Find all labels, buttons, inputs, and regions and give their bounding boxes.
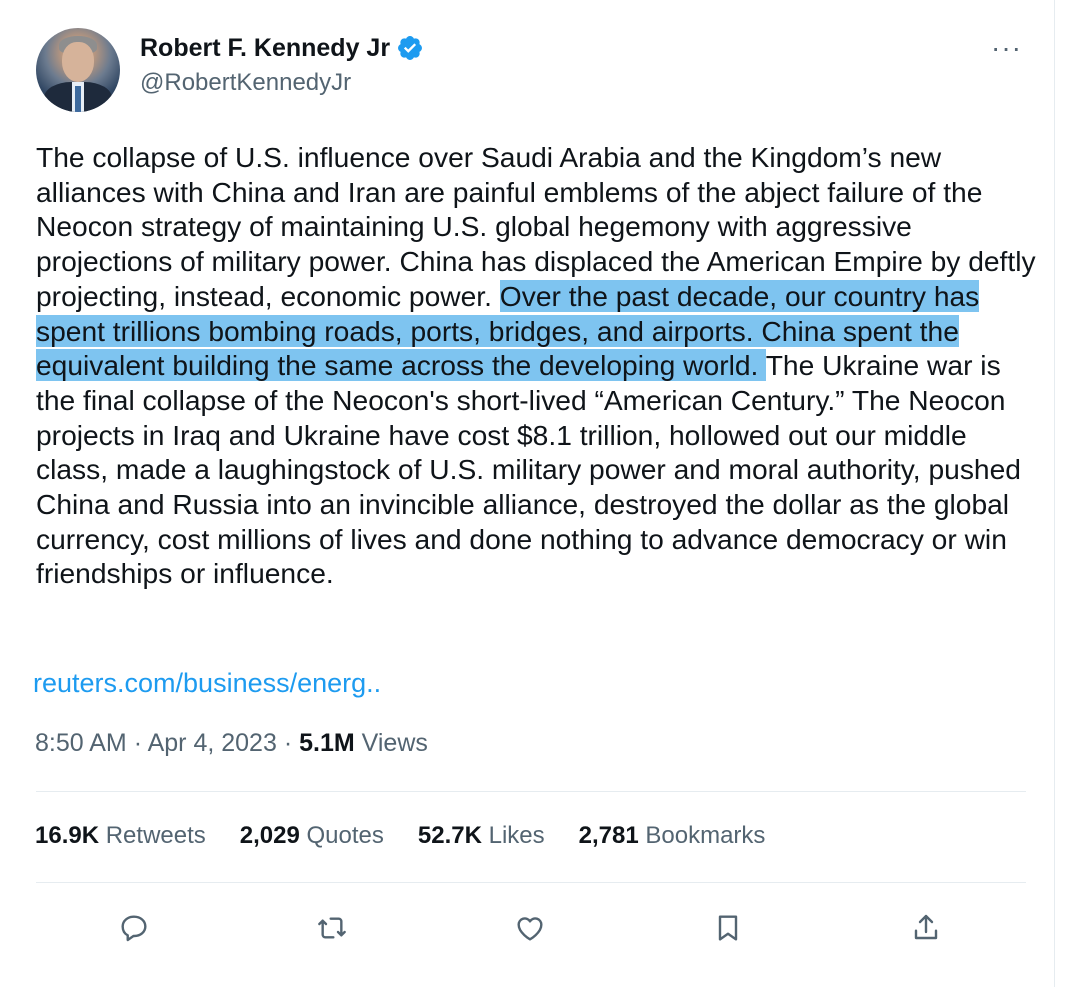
views-count[interactable]: 5.1M	[299, 729, 355, 757]
author-block: Robert F. Kennedy Jr @RobertKennedyJr	[140, 32, 424, 98]
stat-likes[interactable]: 52.7K Likes	[418, 820, 545, 852]
stat-label: Bookmarks	[645, 822, 766, 849]
retweet-icon	[318, 917, 346, 939]
like-button[interactable]	[510, 908, 550, 948]
heart-icon	[517, 917, 543, 941]
share-icon	[914, 914, 938, 940]
tweet-meta: 8:50 AM · Apr 4, 2023 · 5.1M Views	[35, 727, 428, 759]
divider	[36, 791, 1026, 792]
author-name-row[interactable]: Robert F. Kennedy Jr	[140, 32, 424, 64]
avatar[interactable]	[36, 28, 120, 112]
tweet-text: The collapse of U.S. influence over Saud…	[36, 140, 1036, 591]
reply-button[interactable]	[114, 908, 154, 948]
tweet-text-part-2: The Ukraine war is the final collapse of…	[36, 349, 1021, 590]
stat-bookmarks[interactable]: 2,781 Bookmarks	[579, 820, 766, 852]
author-display-name[interactable]: Robert F. Kennedy Jr	[140, 32, 390, 64]
stat-count: 2,029	[239, 822, 300, 849]
meta-separator: ·	[283, 729, 293, 757]
meta-separator: ·	[133, 729, 143, 757]
stat-retweets[interactable]: 16.9K Retweets	[35, 820, 206, 852]
divider	[36, 882, 1026, 883]
reply-icon	[121, 915, 147, 942]
avatar-face	[62, 42, 94, 82]
verified-badge-icon	[396, 34, 424, 62]
stat-label: Likes	[488, 822, 545, 849]
stat-count: 16.9K	[35, 822, 100, 849]
tweet-header: Robert F. Kennedy Jr @RobertKennedyJr ··…	[36, 28, 1026, 114]
views-label[interactable]: Views	[362, 729, 428, 757]
stat-count: 2,781	[578, 822, 639, 849]
stat-quotes[interactable]: 2,029 Quotes	[240, 820, 384, 852]
bookmark-button[interactable]	[708, 908, 748, 948]
tweet-card: Robert F. Kennedy Jr @RobertKennedyJr ··…	[0, 0, 1055, 987]
stat-label: Retweets	[105, 822, 206, 849]
avatar-tie	[75, 86, 81, 112]
retweet-button[interactable]	[312, 908, 352, 948]
tweet-time[interactable]: 8:50 AM	[35, 729, 127, 757]
engagement-stats: 16.9K Retweets 2,029 Quotes 52.7K Likes …	[35, 820, 765, 852]
share-button[interactable]	[906, 908, 946, 948]
author-handle[interactable]: @RobertKennedyJr	[140, 68, 424, 98]
tweet-date[interactable]: Apr 4, 2023	[148, 729, 277, 757]
tweet-link[interactable]: reuters.com/business/energ..	[33, 666, 381, 700]
bookmark-icon	[718, 915, 738, 941]
more-options-icon[interactable]: ···	[991, 34, 1022, 62]
stat-count: 52.7K	[417, 822, 482, 849]
action-bar	[36, 900, 1026, 954]
stat-label: Quotes	[306, 822, 384, 849]
